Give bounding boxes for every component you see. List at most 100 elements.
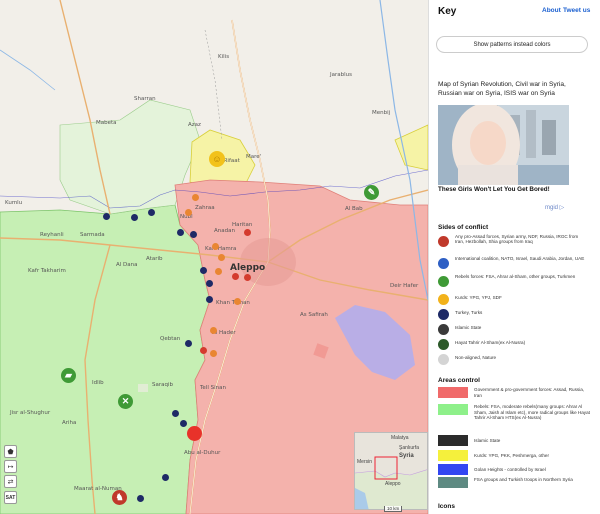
- area-swatch: [438, 387, 468, 398]
- ad-headline[interactable]: Map of Syrian Revolution, Civil war in S…: [438, 81, 588, 98]
- kurd-marker[interactable]: [234, 298, 241, 305]
- area-label: FSA groups and Turkish troops in Norther…: [474, 477, 573, 482]
- area-label: Kurds: YPG, PKK, Peshmerga, other: [474, 453, 549, 458]
- turkey-marker[interactable]: [162, 474, 169, 481]
- government-marker[interactable]: [244, 229, 251, 236]
- place-label: Al Bab: [345, 206, 363, 212]
- area-swatch: [438, 435, 468, 446]
- side-color-dot: [438, 309, 449, 320]
- ad-brand[interactable]: mgid ▷: [545, 204, 564, 211]
- side-color-dot: [438, 324, 449, 335]
- side-item: Any pro-Assad forces, Syrian army, NDF, …: [438, 234, 588, 249]
- side-item: International coalition, NATO, Israel, S…: [438, 256, 588, 271]
- area-swatch: [438, 404, 468, 415]
- place-label: Atarib: [146, 256, 163, 262]
- place-label: Al Dana: [116, 262, 138, 268]
- area-swatch: [438, 477, 468, 488]
- ad-image[interactable]: [438, 105, 569, 185]
- areas-title: Areas control: [438, 377, 480, 384]
- overview-minimap[interactable]: Malatya Mersin Aleppo Syria Şanlıurfa: [354, 432, 428, 510]
- turkey-marker[interactable]: [200, 267, 207, 274]
- place-label: Qebtan: [160, 336, 181, 342]
- government-marker[interactable]: [200, 347, 207, 354]
- place-label: Reyhanli: [40, 232, 64, 238]
- rebel-tank-icon[interactable]: ▰: [61, 368, 76, 383]
- side-label: Turkey, Turks: [455, 310, 483, 315]
- side-color-dot: [438, 294, 449, 305]
- turkey-marker[interactable]: [180, 420, 187, 427]
- side-color-dot: [438, 354, 449, 365]
- about-link[interactable]: About: [542, 7, 561, 14]
- side-color-dot: [438, 258, 449, 269]
- minimap-label: Syria: [399, 453, 414, 459]
- area-swatch: [438, 450, 468, 461]
- side-item: Kurds: YPG, YPJ, SDF: [438, 292, 588, 307]
- side-item: Islamic State: [438, 322, 588, 337]
- place-label: Kafr Hamra: [205, 246, 237, 252]
- place-label: Anadan: [214, 228, 235, 234]
- side-color-dot: [438, 236, 449, 247]
- turkey-marker[interactable]: [185, 340, 192, 347]
- place-label: Kilis: [218, 54, 230, 60]
- swap-layers-control[interactable]: ⇄: [4, 475, 17, 488]
- icons-title: Icons: [438, 503, 455, 510]
- area-label: Government & pro-government forces: Assa…: [474, 387, 585, 398]
- satellite-toggle[interactable]: SAT: [4, 491, 17, 504]
- map-view[interactable]: Aleppo Kilis Azaz Tell Rifaat Mare' Al B…: [0, 0, 428, 514]
- tweet-link[interactable]: Tweet us: [563, 7, 590, 14]
- area-label: Rebels: FSA, moderate rebels(many groups…: [474, 404, 590, 421]
- kurd-marker[interactable]: [218, 254, 225, 261]
- side-color-dot: [438, 339, 449, 350]
- side-item: Hayat Tahrir Al-Sham(ex Al-Nusra): [438, 337, 588, 352]
- turkey-marker[interactable]: [131, 214, 138, 221]
- rebel-cross-icon[interactable]: ✕: [118, 394, 133, 409]
- side-item: Non-aligned, Nature: [438, 352, 588, 367]
- key-panel: Key About Tweet us Show patterns instead…: [428, 0, 600, 514]
- rebel-gun-icon[interactable]: ✎: [364, 185, 379, 200]
- place-label: Mabeta: [96, 120, 117, 126]
- turkey-marker[interactable]: [148, 209, 155, 216]
- place-label: Saraqib: [152, 382, 174, 388]
- area-label: Golan Heights - controlled by Israel: [474, 467, 546, 472]
- panel-header: Key About Tweet us: [429, 0, 600, 30]
- kurd-faction-icon[interactable]: ☺: [209, 151, 225, 167]
- place-label: Jarablus: [330, 72, 352, 78]
- government-marker-large[interactable]: [187, 426, 202, 441]
- side-item: Rebels forces: FSA, Ahrar al-Sham, other…: [438, 274, 588, 289]
- kurd-marker[interactable]: [210, 327, 217, 334]
- kurd-marker[interactable]: [210, 350, 217, 357]
- kurd-marker[interactable]: [185, 209, 192, 216]
- side-label: Islamic State: [455, 325, 482, 330]
- turkey-marker[interactable]: [137, 495, 144, 502]
- side-label: Hayat Tahrir Al-Sham(ex Al-Nusra): [455, 340, 526, 345]
- side-label: International coalition, NATO, Israel, S…: [455, 256, 585, 261]
- place-label: Khan Tuman: [216, 300, 250, 306]
- government-marker[interactable]: [244, 274, 251, 281]
- turkey-marker[interactable]: [103, 213, 110, 220]
- turkey-marker[interactable]: [172, 410, 179, 417]
- place-label: Ariha: [62, 420, 77, 426]
- kurd-marker[interactable]: [192, 194, 199, 201]
- government-soldier-icon[interactable]: ♞: [112, 490, 127, 505]
- place-label: Haritan: [232, 222, 253, 228]
- draw-line-control[interactable]: ↦: [4, 460, 17, 473]
- minimap-label: Malatya: [391, 435, 409, 441]
- sides-title: Sides of conflict: [438, 224, 489, 231]
- kurd-marker[interactable]: [212, 243, 219, 250]
- turkey-marker[interactable]: [206, 280, 213, 287]
- minimap-label: Şanlıurfa: [399, 445, 420, 451]
- place-label: As Safirah: [300, 312, 328, 318]
- government-marker[interactable]: [232, 273, 239, 280]
- place-label: Mare': [246, 154, 262, 160]
- turkey-marker[interactable]: [177, 229, 184, 236]
- turkey-marker[interactable]: [190, 231, 197, 238]
- ad-caption[interactable]: These Girls Won't Let You Get Bored!: [438, 186, 550, 193]
- place-label: Tell Sinan: [200, 385, 226, 391]
- draw-polygon-control[interactable]: ⬟: [4, 445, 17, 458]
- kurd-marker[interactable]: [215, 268, 222, 275]
- place-label: Menbij: [372, 110, 391, 116]
- side-item: Turkey, Turks: [438, 307, 588, 322]
- turkey-marker[interactable]: [206, 296, 213, 303]
- place-label: Abu al-Duhur: [184, 450, 221, 456]
- show-patterns-button[interactable]: Show patterns instead colors: [436, 36, 588, 53]
